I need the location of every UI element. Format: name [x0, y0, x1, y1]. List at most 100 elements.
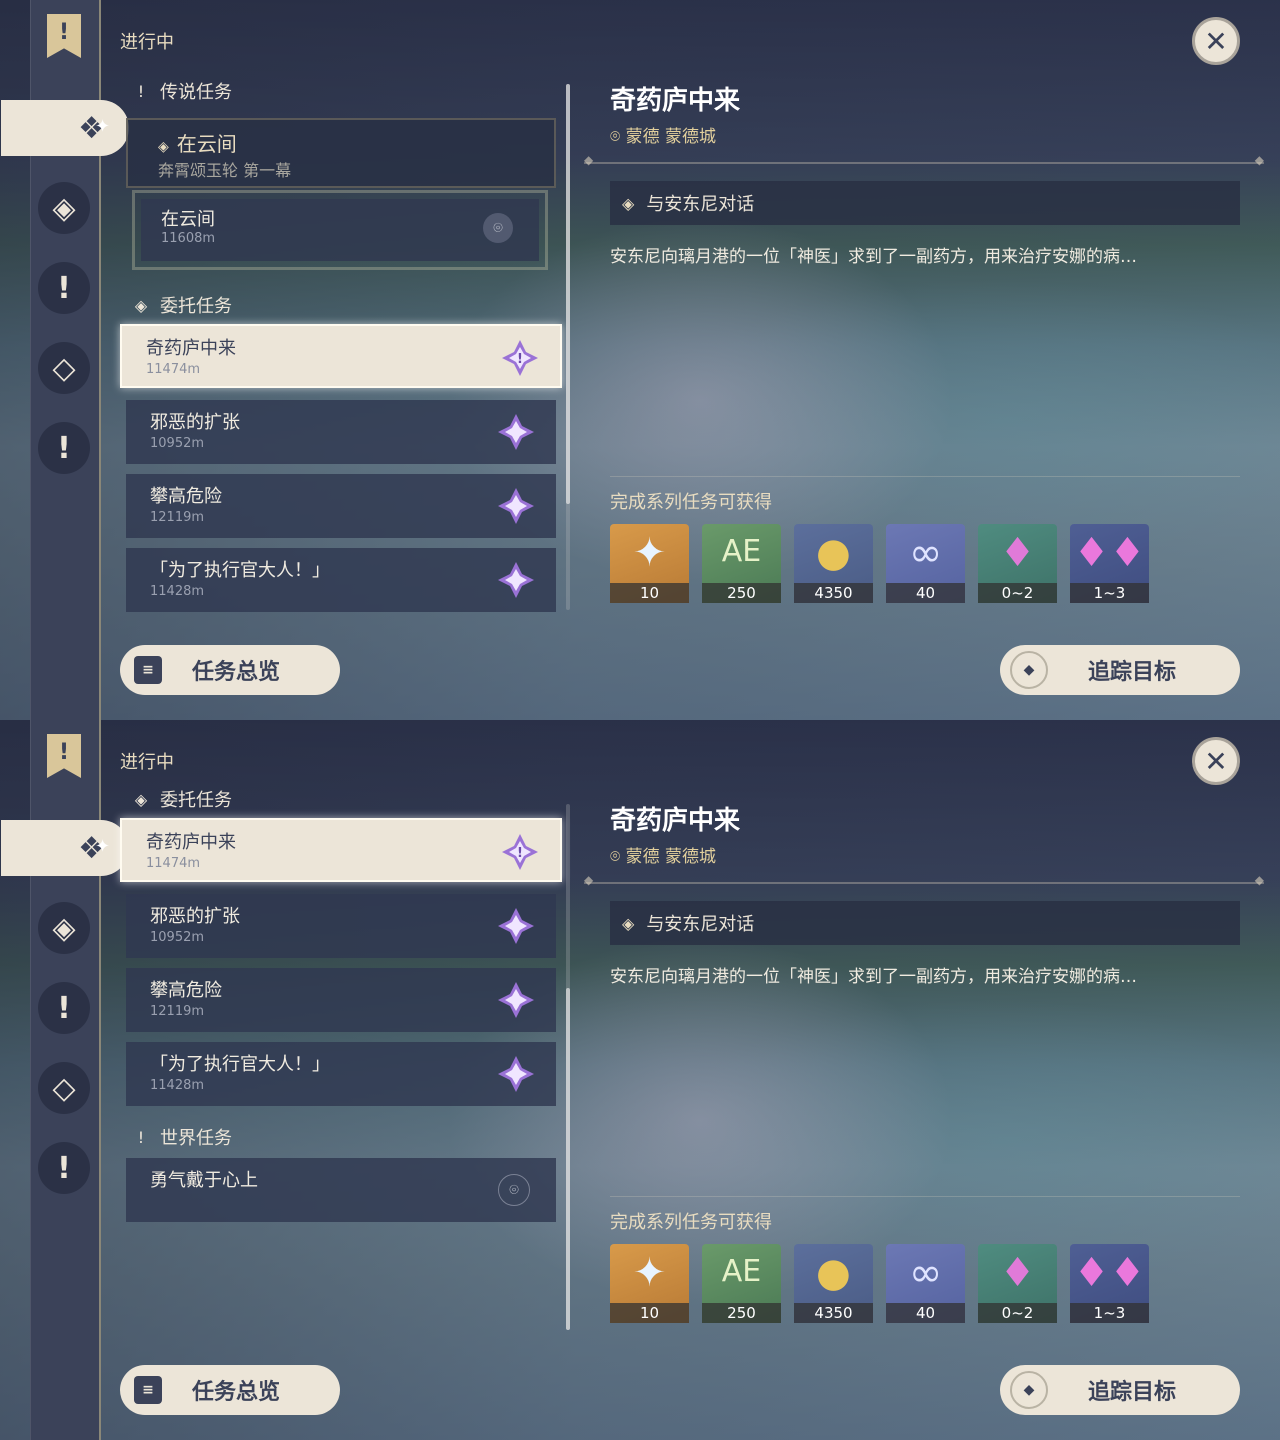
sidebar: ! ❖ ✦ ◈ ! ◇ ! [1, 720, 129, 1440]
quest-item[interactable]: 邪恶的扩张 10952m [126, 894, 556, 958]
location-pin-icon[interactable]: ⌾ [483, 213, 513, 243]
close-button[interactable]: ✕ [1192, 737, 1240, 785]
sidebar-tab-story[interactable]: ! [38, 982, 90, 1034]
quest-item-distance: 11474m [146, 856, 201, 871]
adventure-exp-icon: AE [721, 534, 762, 569]
bookmark-icon[interactable]: ! [47, 734, 81, 778]
sparkle-icon: ✦ [95, 116, 111, 137]
reward-crystal-small[interactable]: ♦ 0~2 [978, 524, 1057, 603]
reward-friendship-exp[interactable]: ∞ 40 [886, 524, 965, 603]
commission-star-icon [498, 1056, 534, 1092]
quest-item[interactable]: 勇气戴于心上 ⌾ [126, 1158, 556, 1222]
commission-star-icon [498, 562, 534, 598]
scrollbar-thumb[interactable] [566, 84, 570, 504]
reward-divider [610, 476, 1240, 477]
reward-count: 250 [702, 583, 781, 603]
reward-adventure-exp[interactable]: AE 250 [702, 1244, 781, 1323]
sparkle-icon: ✦ [95, 836, 111, 857]
category-legend: ! 传说任务 [132, 78, 232, 104]
quest-item[interactable]: 「为了执行官大人！」 11428m [126, 1042, 556, 1106]
reward-mora[interactable]: ● 4350 [794, 1244, 873, 1323]
scrollbar[interactable] [566, 84, 570, 610]
track-target-label: 追踪目标 [1088, 660, 1177, 685]
quest-item[interactable]: 「为了执行官大人！」 11428m [126, 548, 556, 612]
location-pin-icon[interactable]: ⌾ [498, 1174, 530, 1206]
reward-crystal-large[interactable]: ♦♦ 1~3 [1070, 524, 1149, 603]
reward-friendship-exp[interactable]: ∞ 40 [886, 1244, 965, 1323]
quest-item-distance: 11474m [146, 362, 201, 377]
category-label: 委托任务 [160, 790, 232, 811]
crystal-large-icon: ♦♦ [1073, 1250, 1146, 1296]
quest-overview-button[interactable]: ≡ 任务总览 [120, 1365, 340, 1415]
detail-location: ⌾ 蒙德 蒙德城 [610, 122, 716, 147]
mora-icon: ● [816, 530, 851, 576]
reward-mora[interactable]: ● 4350 [794, 524, 873, 603]
track-target-button[interactable]: ◆ 追踪目标 [1000, 645, 1240, 695]
sidebar-tab-world[interactable]: ! [38, 1142, 90, 1194]
sidebar: ! ❖ ✦ ◈ ! ◇ ! [1, 0, 129, 720]
track-target-button[interactable]: ◆ 追踪目标 [1000, 1365, 1240, 1415]
reward-adventure-exp[interactable]: AE 250 [702, 524, 781, 603]
svg-text:!: ! [517, 352, 523, 367]
reward-primogem[interactable]: ✦ 10 [610, 1244, 689, 1323]
crystal-small-icon: ♦ [999, 1250, 1036, 1296]
reward-primogem[interactable]: ✦ 10 [610, 524, 689, 603]
svg-text:!: ! [517, 846, 523, 861]
quest-item[interactable]: 邪恶的扩张 10952m [126, 400, 556, 464]
quest-item[interactable]: 攀高危险 12119m [126, 474, 556, 538]
detail-location: ⌾ 蒙德 蒙德城 [610, 842, 716, 867]
reward-crystal-small[interactable]: ♦ 0~2 [978, 1244, 1057, 1323]
location-icon: ⌾ [610, 847, 626, 867]
quest-item[interactable]: 攀高危险 12119m [126, 968, 556, 1032]
legend-quest-header[interactable]: ◈ 在云间 奔霄颂玉轮 第一幕 [126, 118, 556, 188]
reward-count: 4350 [794, 583, 873, 603]
sidebar-tab-archon[interactable]: ◈ [38, 902, 90, 954]
objective-text: 与安东尼对话 [646, 914, 755, 935]
quest-overview-label: 任务总览 [192, 1380, 281, 1405]
mora-icon: ● [816, 1250, 851, 1296]
quest-screen-2: ! ❖ ✦ ◈ ! ◇ ! 进行中 ✕ ◈ 委托任务 奇药庐中来 11474m !… [0, 720, 1280, 1440]
detail-divider [584, 153, 1264, 167]
reward-crystal-large[interactable]: ♦♦ 1~3 [1070, 1244, 1149, 1323]
reward-count: 250 [702, 1303, 781, 1323]
sidebar-tab-archon[interactable]: ◈ [38, 182, 90, 234]
quest-item[interactable]: 奇药庐中来 11474m ! [120, 324, 562, 388]
scrollbar-thumb[interactable] [566, 988, 570, 1330]
commission-star-icon [498, 982, 534, 1018]
track-diamond-icon: ◆ [1010, 651, 1048, 689]
reward-divider [610, 1196, 1240, 1197]
location-icon: ⌾ [610, 127, 626, 147]
legend-quest-icon: ! [137, 81, 145, 101]
objective-diamond-icon: ◈ [622, 193, 635, 213]
sidebar-tab-story[interactable]: ! [38, 262, 90, 314]
category-label: 世界任务 [160, 1128, 232, 1149]
sidebar-tab-event[interactable]: ◇ [38, 1062, 90, 1114]
overview-icon: ≡ [134, 656, 162, 684]
quest-item[interactable]: 奇药庐中来 11474m ! [120, 818, 562, 882]
adventure-exp-icon: AE [721, 1254, 762, 1289]
close-button[interactable]: ✕ [1192, 17, 1240, 65]
rewards-row: ✦ 10 AE 250 ● 4350 ∞ 40 ♦ 0~2 ♦♦ 1~3 [610, 524, 1149, 603]
objective-bar: ◈ 与安东尼对话 [610, 181, 1240, 225]
quest-overview-button[interactable]: ≡ 任务总览 [120, 645, 340, 695]
sidebar-tab-event[interactable]: ◇ [38, 342, 90, 394]
legend-quest-icon: ◈ [158, 139, 169, 155]
step-distance: 11608m [161, 231, 216, 246]
crystal-large-icon: ♦♦ [1073, 530, 1146, 576]
bookmark-icon[interactable]: ! [47, 14, 81, 58]
scrollbar[interactable] [566, 804, 570, 1330]
reward-count: 10 [610, 583, 689, 603]
reward-count: 1~3 [1070, 1303, 1149, 1323]
quest-item-title: 奇药庐中来 [146, 338, 236, 359]
track-diamond-icon: ◆ [1010, 1371, 1048, 1409]
rewards-row: ✦ 10 AE 250 ● 4350 ∞ 40 ♦ 0~2 ♦♦ 1~3 [610, 1244, 1149, 1323]
sidebar-tab-world[interactable]: ! [38, 422, 90, 474]
detail-location-text: 蒙德 蒙德城 [625, 847, 717, 867]
quest-item-title: 勇气戴于心上 [150, 1170, 258, 1191]
rewards-label: 完成系列任务可获得 [610, 492, 772, 513]
objective-diamond-icon: ◈ [622, 913, 635, 933]
detail-description: 安东尼向璃月港的一位「神医」求到了一副药方，用来治疗安娜的病… [610, 967, 1137, 987]
close-icon: ✕ [1204, 744, 1228, 778]
friendship-exp-icon: ∞ [908, 1250, 943, 1296]
legend-step-card[interactable]: 在云间 11608m ⌾ [132, 190, 548, 270]
